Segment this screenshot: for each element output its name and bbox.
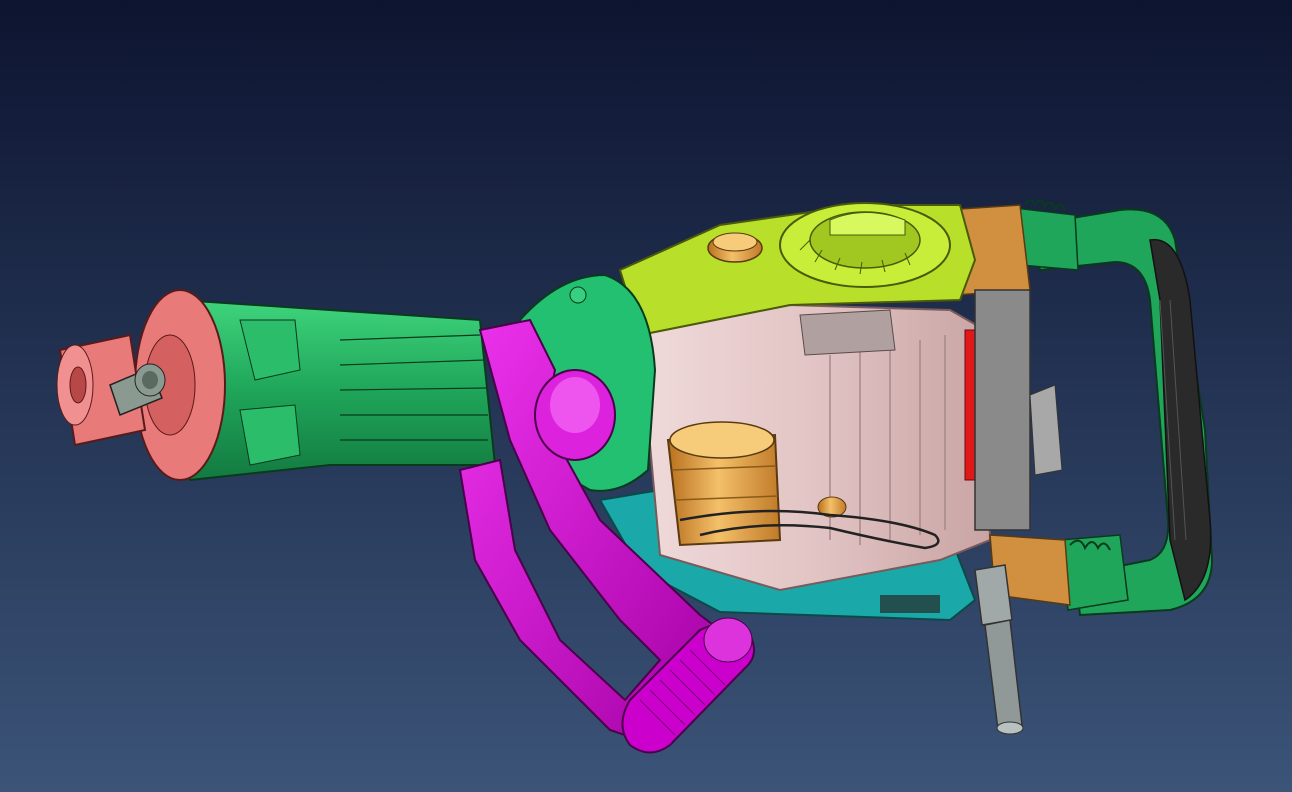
motor-cutaway-window: [799, 309, 896, 356]
top-bushing: [707, 232, 763, 263]
cad-model-scene[interactable]: [0, 0, 1292, 792]
cad-viewport[interactable]: [0, 0, 1292, 792]
vent-grille: [880, 595, 940, 613]
collar-bolt: [569, 286, 587, 304]
barrel-housing: [178, 298, 497, 482]
